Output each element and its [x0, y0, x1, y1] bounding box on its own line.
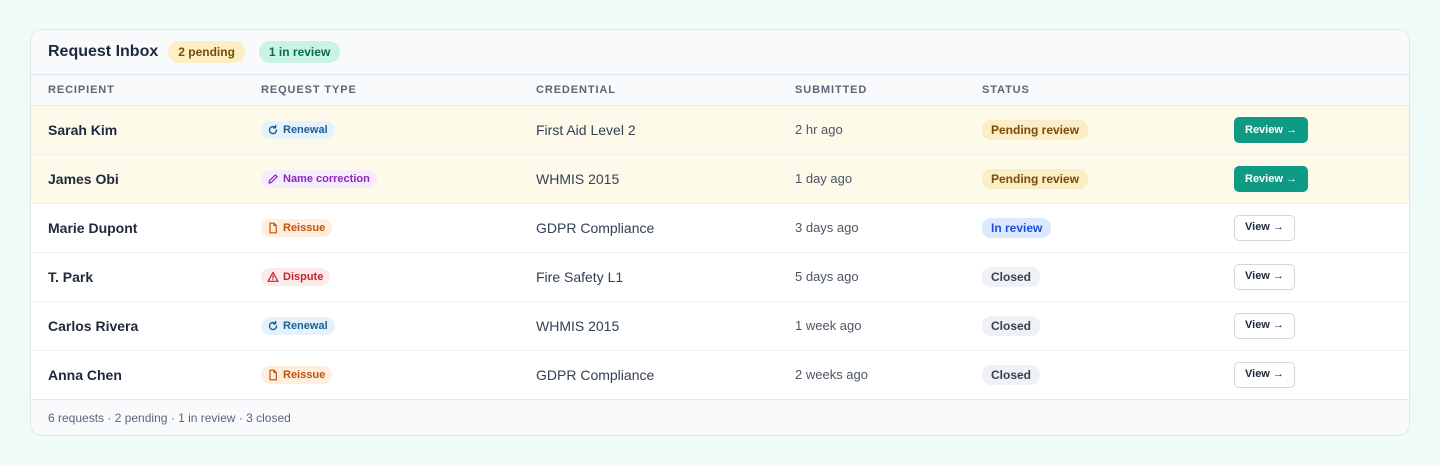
table-row[interactable]: Sarah Kim Renewal First Aid Level 2 2 hr…: [31, 105, 1409, 154]
credential-name: Fire Safety L1: [536, 268, 624, 285]
credential-name: GDPR Compliance: [536, 366, 655, 383]
recipient-name: Anna Chen: [48, 366, 122, 383]
table-row[interactable]: James Obi Name correction WHMIS 2015 1 d…: [31, 154, 1409, 203]
card-header: Request Inbox 2 pending 1 in review: [31, 30, 1409, 75]
review-button[interactable]: Review →: [1234, 116, 1308, 143]
pending-count-badge: 2 pending: [168, 41, 245, 63]
request-type-cell: Reissue: [244, 203, 519, 252]
request-type-cell: Dispute: [244, 252, 519, 301]
table-row[interactable]: T. Park Dispute Fire Safety L1 5 days ag…: [31, 252, 1409, 301]
recipient-name: Carlos Rivera: [48, 317, 139, 334]
action-cell: View →: [1217, 350, 1409, 399]
request-type-badge: Renewal: [261, 120, 335, 139]
status-badge: Closed: [982, 266, 1041, 287]
page-title: Request Inbox: [48, 43, 159, 60]
submitted-time: 1 day ago: [795, 171, 853, 186]
status-cell: Pending review: [965, 154, 1217, 203]
credential-name: First Aid Level 2: [536, 121, 636, 138]
requests-table: RECIPIENT REQUEST TYPE CREDENTIAL SUBMIT…: [31, 75, 1409, 400]
column-header-submitted[interactable]: SUBMITTED: [778, 75, 965, 105]
request-type-badge: Reissue: [261, 365, 333, 384]
document-icon: [269, 222, 277, 233]
status-cell: Closed: [965, 301, 1217, 350]
table-row[interactable]: Anna Chen Reissue GDPR Compliance 2 week…: [31, 350, 1409, 399]
submitted-time: 3 days ago: [795, 220, 859, 235]
view-button[interactable]: View →: [1234, 263, 1295, 290]
request-type-cell: Name correction: [244, 154, 519, 203]
status-cell: In review: [965, 203, 1217, 252]
warning-icon: [267, 271, 279, 282]
request-type-badge: Name correction: [261, 169, 377, 188]
recipient-name: Sarah Kim: [48, 121, 118, 138]
column-header-status[interactable]: STATUS: [965, 75, 1217, 105]
request-summary: 6 requests · 2 pending · 1 in review · 3…: [48, 411, 291, 425]
action-cell: Review →: [1217, 154, 1409, 203]
refresh-icon: [268, 320, 278, 330]
column-header-actions: [1217, 75, 1409, 105]
request-type-label: Reissue: [283, 368, 326, 381]
status-cell: Closed: [965, 350, 1217, 399]
request-type-cell: Reissue: [244, 350, 519, 399]
request-inbox-card: Request Inbox 2 pending 1 in review RECI…: [30, 29, 1410, 436]
recipient-name: Marie Dupont: [48, 219, 138, 236]
request-type-label: Renewal: [283, 123, 328, 136]
action-cell: View →: [1217, 203, 1409, 252]
table-header-row: RECIPIENT REQUEST TYPE CREDENTIAL SUBMIT…: [31, 75, 1409, 105]
request-type-label: Renewal: [283, 319, 328, 332]
credential-name: GDPR Compliance: [536, 219, 655, 236]
view-button[interactable]: View →: [1234, 361, 1295, 388]
submitted-time: 1 week ago: [795, 318, 862, 333]
request-type-cell: Renewal: [244, 105, 519, 154]
request-type-badge: Reissue: [261, 218, 333, 237]
status-cell: Pending review: [965, 105, 1217, 154]
request-type-cell: Renewal: [244, 301, 519, 350]
credential-name: WHMIS 2015: [536, 170, 620, 187]
table-footer: 6 requests · 2 pending · 1 in review · 3…: [31, 399, 1409, 435]
status-badge: In review: [982, 217, 1052, 238]
request-type-label: Name correction: [283, 172, 370, 185]
request-type-label: Dispute: [283, 270, 324, 283]
column-header-recipient[interactable]: RECIPIENT: [31, 75, 244, 105]
submitted-time: 5 days ago: [795, 269, 859, 284]
view-button[interactable]: View →: [1234, 312, 1295, 339]
action-cell: View →: [1217, 301, 1409, 350]
credential-name: WHMIS 2015: [536, 317, 620, 334]
recipient-name: T. Park: [48, 268, 94, 285]
refresh-icon: [268, 124, 278, 134]
request-type-badge: Renewal: [261, 316, 335, 335]
status-badge: Pending review: [982, 168, 1089, 189]
submitted-time: 2 hr ago: [795, 122, 843, 137]
submitted-time: 2 weeks ago: [795, 367, 868, 382]
table-row[interactable]: Marie Dupont Reissue GDPR Compliance 3 d…: [31, 203, 1409, 252]
status-cell: Closed: [965, 252, 1217, 301]
action-cell: Review →: [1217, 105, 1409, 154]
in-review-count-badge: 1 in review: [258, 41, 341, 63]
pencil-icon: [268, 173, 278, 184]
status-badge: Closed: [982, 315, 1041, 336]
status-badge: Pending review: [982, 119, 1089, 140]
request-type-badge: Dispute: [261, 267, 331, 286]
view-button[interactable]: View →: [1234, 214, 1295, 241]
column-header-credential[interactable]: CREDENTIAL: [519, 75, 778, 105]
review-button[interactable]: Review →: [1234, 165, 1308, 192]
recipient-name: James Obi: [48, 170, 119, 187]
column-header-request-type[interactable]: REQUEST TYPE: [244, 75, 519, 105]
document-icon: [269, 369, 277, 380]
status-badge: Closed: [982, 364, 1041, 385]
table-row[interactable]: Carlos Rivera Renewal WHMIS 2015 1 week …: [31, 301, 1409, 350]
request-type-label: Reissue: [283, 221, 326, 234]
action-cell: View →: [1217, 252, 1409, 301]
